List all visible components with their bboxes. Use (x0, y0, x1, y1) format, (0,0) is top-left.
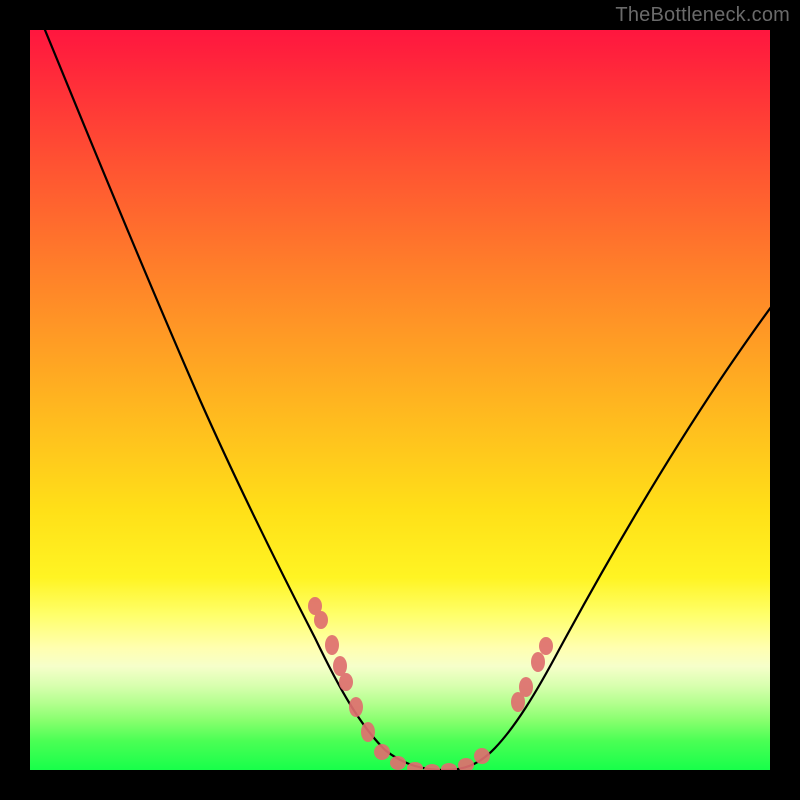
highlight-dots (308, 597, 553, 770)
watermark-text: TheBottleneck.com (615, 4, 790, 27)
curve-layer (30, 30, 770, 770)
plot-area (30, 30, 770, 770)
chart-frame: TheBottleneck.com (0, 0, 800, 800)
bottleneck-curve (40, 30, 770, 770)
